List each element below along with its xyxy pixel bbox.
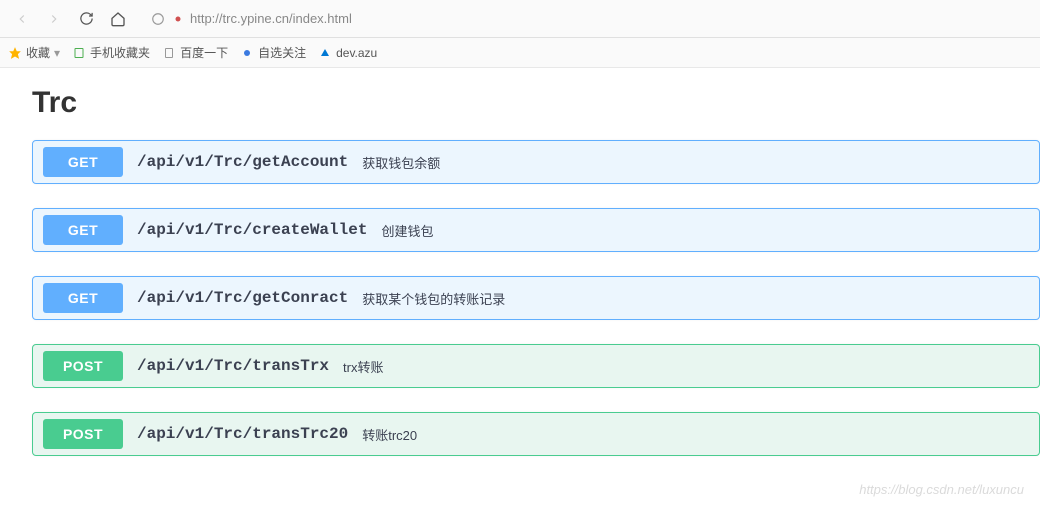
folder-icon [72, 46, 86, 60]
api-path: /api/v1/Trc/getAccount [137, 153, 348, 171]
azure-icon [318, 46, 332, 60]
forward-button[interactable] [40, 5, 68, 33]
home-icon [110, 11, 126, 27]
page-content: Trc GET /api/v1/Trc/getAccount 获取钱包余额 GE… [0, 68, 1040, 498]
api-desc: 转账trc20 [362, 425, 417, 444]
stock-icon [240, 46, 254, 60]
api-row-getconract[interactable]: GET /api/v1/Trc/getConract 获取某个钱包的转账记录 [32, 276, 1040, 320]
url-text: http://trc.ypine.cn/index.html [190, 11, 352, 26]
method-badge: GET [43, 283, 123, 313]
reload-button[interactable] [72, 5, 100, 33]
bookmark-label: 自选关注 [258, 44, 306, 61]
dropdown-caret-icon: ▾ [54, 46, 60, 60]
browser-toolbar: http://trc.ypine.cn/index.html [0, 0, 1040, 38]
bookmarks-bar: 收藏 ▾ 手机收藏夹 百度一下 自选关注 dev.azu [0, 38, 1040, 68]
home-button[interactable] [104, 5, 132, 33]
method-badge: POST [43, 351, 123, 381]
api-path: /api/v1/Trc/getConract [137, 289, 348, 307]
bookmark-label: dev.azu [336, 46, 377, 60]
bookmark-baidu[interactable]: 百度一下 [162, 44, 228, 61]
method-badge: GET [43, 147, 123, 177]
not-secure-icon [170, 11, 186, 27]
watermark: https://blog.csdn.net/luxuncu [859, 482, 1024, 497]
favorites-menu[interactable]: 收藏 ▾ [8, 44, 60, 61]
api-path: /api/v1/Trc/createWallet [137, 221, 367, 239]
api-row-transtrx[interactable]: POST /api/v1/Trc/transTrx trx转账 [32, 344, 1040, 388]
chevron-left-icon [15, 12, 29, 26]
reload-icon [79, 11, 94, 26]
star-icon [8, 46, 22, 60]
site-info-icon [150, 11, 166, 27]
api-row-createwallet[interactable]: GET /api/v1/Trc/createWallet 创建钱包 [32, 208, 1040, 252]
bookmark-label: 手机收藏夹 [90, 44, 150, 61]
api-row-getaccount[interactable]: GET /api/v1/Trc/getAccount 获取钱包余额 [32, 140, 1040, 184]
api-desc: 获取钱包余额 [362, 153, 440, 172]
api-desc: 获取某个钱包的转账记录 [362, 289, 505, 308]
api-row-transtrc20[interactable]: POST /api/v1/Trc/transTrc20 转账trc20 [32, 412, 1040, 456]
api-desc: 创建钱包 [381, 221, 433, 240]
method-badge: GET [43, 215, 123, 245]
api-desc: trx转账 [343, 357, 383, 376]
page-title: Trc [32, 86, 1040, 120]
back-button[interactable] [8, 5, 36, 33]
favorites-label: 收藏 [26, 44, 50, 61]
api-path: /api/v1/Trc/transTrc20 [137, 425, 348, 443]
method-badge: POST [43, 419, 123, 449]
address-bar[interactable]: http://trc.ypine.cn/index.html [144, 6, 1032, 32]
bookmark-mobile-favorites[interactable]: 手机收藏夹 [72, 44, 150, 61]
page-icon [162, 46, 176, 60]
bookmark-custom-follow[interactable]: 自选关注 [240, 44, 306, 61]
api-path: /api/v1/Trc/transTrx [137, 357, 329, 375]
bookmark-devazu[interactable]: dev.azu [318, 46, 377, 60]
bookmark-label: 百度一下 [180, 44, 228, 61]
chevron-right-icon [47, 12, 61, 26]
